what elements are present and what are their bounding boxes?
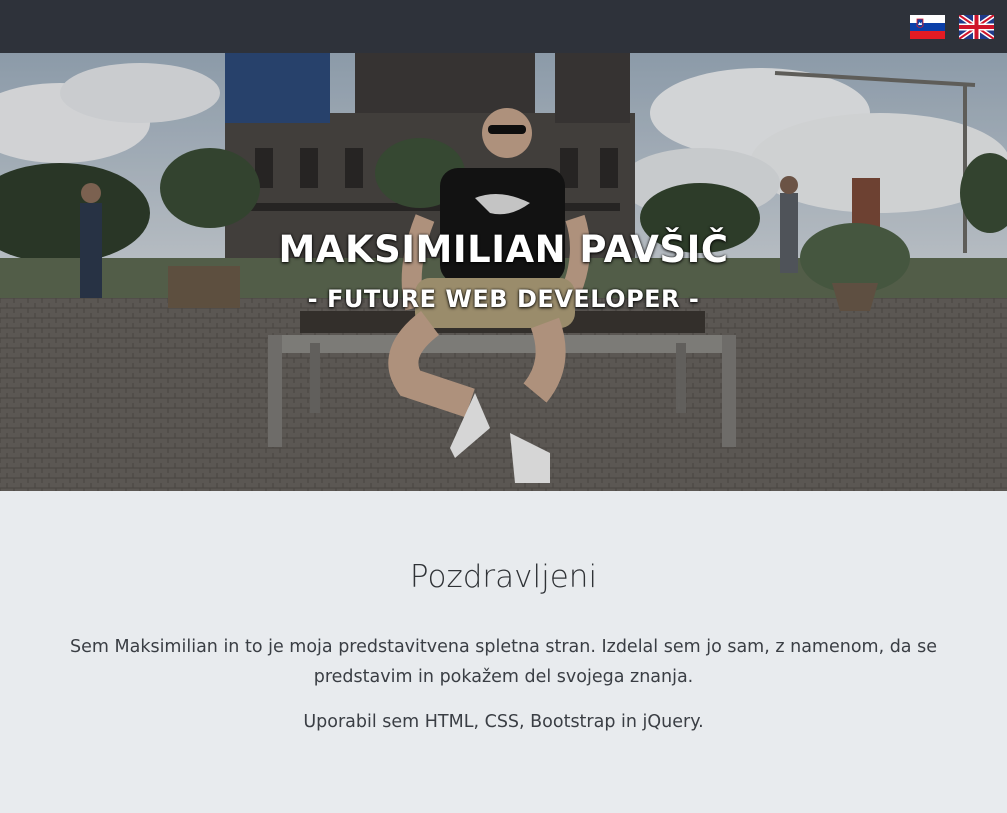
- about-section: Pozdravljeni Sem Maksimilian in to je mo…: [0, 491, 1007, 813]
- hero-subtitle: - FUTURE WEB DEVELOPER -: [307, 285, 700, 313]
- slovenia-flag-icon[interactable]: [910, 15, 945, 39]
- tech-paragraph: Uporabil sem HTML, CSS, Bootstrap in jQu…: [303, 712, 704, 732]
- top-navbar: [0, 0, 1007, 53]
- hero-photo: [0, 53, 1007, 491]
- uk-flag-icon[interactable]: [959, 15, 994, 39]
- section-heading: Pozdravljeni: [409, 559, 598, 595]
- hero-banner: MAKSIMILIAN PAVŠIČ - FUTURE WEB DEVELOPE…: [0, 53, 1007, 491]
- hero-title: MAKSIMILIAN PAVŠIČ: [278, 228, 729, 271]
- intro-paragraph: Sem Maksimilian in to je moja predstavit…: [70, 637, 937, 687]
